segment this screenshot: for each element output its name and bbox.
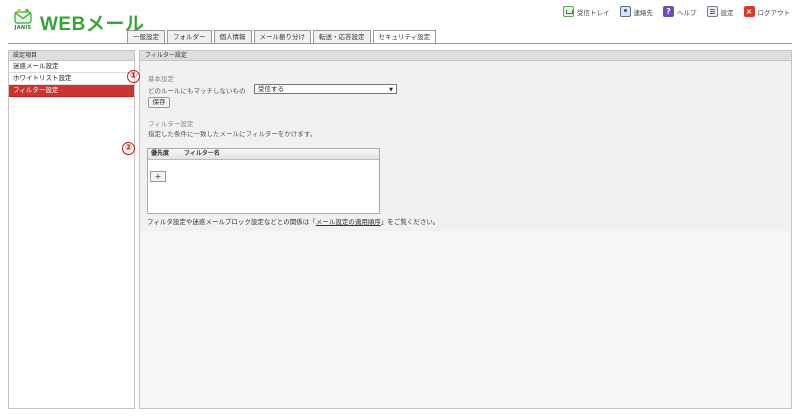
brand-label: JANIS	[14, 25, 32, 31]
column-priority: 優先度	[151, 150, 170, 157]
nav-inbox-label: 受信トレイ	[577, 8, 610, 17]
annotation-badge-2: ②	[122, 142, 135, 155]
nav-help[interactable]: ? ヘルプ	[663, 6, 697, 17]
panel-empty-area	[140, 231, 791, 408]
settings-order-note: フィルタ設定や迷惑メールブロック設定などとの関係は「メール設定の適用順序」をご覧…	[147, 216, 439, 226]
main-panel: フィルター設定 基本設定 どのルールにもマッチしないもの 受信する ▼ 保存 フ…	[139, 50, 792, 409]
filter-description: 指定した条件に一致したメールにフィルターをかけます。	[148, 130, 317, 138]
janis-logo: JANIS	[10, 8, 36, 34]
nav-contacts[interactable]: 連絡先	[619, 6, 654, 17]
chevron-down-icon: ▼	[389, 87, 393, 93]
sidebar-heading: 設定項目	[9, 51, 134, 61]
basic-settings-title: 基本設定	[148, 75, 174, 83]
filter-table: 優先度 フィルター名 +	[147, 148, 380, 214]
settings-tabs: 一般設定 フォルダー 個人情報 メール振り分け 転送・応答設定 セキュリティ設定	[127, 30, 437, 44]
nav-logout[interactable]: × ログアウト	[743, 6, 791, 17]
filter-settings-content: 基本設定 どのルールにもマッチしないもの 受信する ▼ 保存 フィルター設定 指…	[140, 62, 791, 231]
column-filter-name: フィルター名	[184, 150, 220, 157]
tab-forward-reply[interactable]: 転送・応答設定	[313, 30, 371, 43]
select-value: 受信する	[258, 85, 284, 93]
tab-divider	[8, 43, 792, 44]
logo-mark-icon	[14, 8, 32, 24]
panel-heading: フィルター設定	[140, 51, 791, 61]
nav-logout-label: ログアウト	[757, 8, 791, 17]
help-icon: ?	[663, 6, 674, 17]
tab-personal-info[interactable]: 個人情報	[213, 30, 252, 43]
sidebar-item-spam[interactable]: 迷惑メール設定	[9, 61, 134, 73]
top-navigation: 受信トレイ 連絡先 ? ヘルプ 設定 × ログアウト	[563, 6, 790, 17]
note-text-after: 」をご覧ください。	[380, 218, 440, 226]
nav-settings[interactable]: 設定	[706, 6, 734, 17]
unmatched-action-select[interactable]: 受信する ▼	[254, 84, 397, 94]
tab-security[interactable]: セキュリティ設定	[372, 30, 437, 44]
unmatched-rule-label: どのルールにもマッチしないもの	[148, 87, 246, 95]
sidebar-item-whitelist[interactable]: ホワイトリスト設定	[9, 73, 134, 85]
logout-icon: ×	[743, 6, 755, 17]
nav-inbox[interactable]: 受信トレイ	[563, 6, 610, 17]
save-button[interactable]: 保存	[148, 97, 170, 108]
nav-help-label: ヘルプ	[677, 8, 697, 17]
tab-general[interactable]: 一般設定	[127, 30, 165, 43]
nav-settings-label: 設定	[720, 8, 734, 17]
tab-mail-sorting[interactable]: メール振り分け	[253, 30, 311, 43]
contacts-icon	[619, 6, 631, 17]
sidebar: 設定項目 迷惑メール設定 ホワイトリスト設定 フィルター設定	[8, 50, 135, 409]
filter-table-header: 優先度 フィルター名	[148, 149, 379, 160]
inbox-icon	[563, 6, 574, 17]
sidebar-item-filter[interactable]: フィルター設定	[9, 85, 134, 97]
tab-folder[interactable]: フォルダー	[167, 30, 212, 43]
add-filter-button[interactable]: +	[150, 171, 166, 182]
note-text-before: フィルタ設定や迷惑メールブロック設定などとの関係は「	[147, 218, 316, 226]
annotation-badge-1: ①	[127, 70, 140, 83]
nav-contacts-label: 連絡先	[633, 8, 654, 17]
settings-icon	[706, 6, 718, 17]
filter-section-title: フィルター設定	[148, 120, 194, 128]
apply-order-link[interactable]: メール設定の適用順序	[316, 218, 381, 226]
